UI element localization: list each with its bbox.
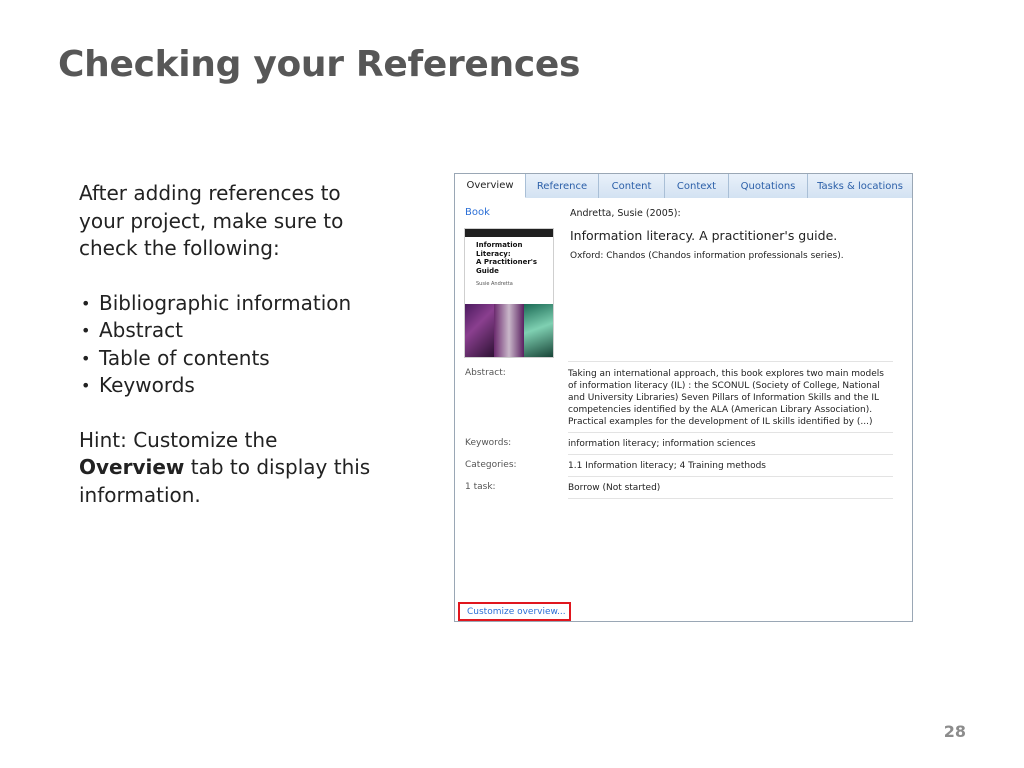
cover-header-bar (465, 229, 553, 237)
abstract-value: Taking an international approach, this b… (568, 369, 884, 427)
slide-title: Checking your References (58, 44, 581, 85)
divider (568, 498, 893, 499)
cover-title: Information Literacy: A Practitioner's G… (476, 241, 537, 275)
tab-context[interactable]: Context (665, 174, 729, 198)
tab-content[interactable]: Content (599, 174, 665, 198)
divider (568, 476, 893, 477)
page-number: 28 (943, 722, 966, 741)
intro-text: After adding references to your project,… (79, 181, 344, 260)
divider (568, 432, 893, 433)
hint-prefix: Hint: Customize the (79, 427, 278, 452)
bullet-item: Table of contents (79, 345, 379, 373)
bullet-item: Abstract (79, 317, 379, 345)
cover-title-line: Literacy: (476, 249, 511, 258)
categories-label: Categories: (465, 460, 517, 470)
categories-value: 1.1 Information literacy; 4 Training met… (568, 461, 766, 471)
hint-bold: Overview (79, 455, 185, 479)
customize-overview-link[interactable]: Customize overview... (458, 602, 571, 621)
tab-quotations[interactable]: Quotations (729, 174, 808, 198)
tab-tasks-locations[interactable]: Tasks & locations (808, 174, 912, 198)
cover-title-line: Guide (476, 266, 499, 275)
tab-overview[interactable]: Overview (455, 174, 526, 198)
cover-title-line: Information (476, 241, 523, 249)
keywords-label: Keywords: (465, 438, 512, 448)
slide-body: After adding references to your project,… (79, 180, 379, 509)
reference-publisher: Oxford: Chandos (Chandos information pro… (570, 251, 844, 261)
cover-art (465, 304, 553, 357)
hint-text: Hint: Customize the Overview tab to disp… (79, 427, 379, 510)
overview-panel-screenshot: Overview Reference Content Context Quota… (454, 173, 913, 622)
abstract-label: Abstract: (465, 368, 506, 378)
book-cover-image: Information Literacy: A Practitioner's G… (464, 228, 554, 358)
reference-author-year: Andretta, Susie (2005): (570, 208, 681, 219)
cover-author: Susie Andretta (476, 281, 513, 287)
bullet-item: Bibliographic information (79, 290, 379, 318)
tasks-label: 1 task: (465, 482, 496, 492)
divider (568, 454, 893, 455)
bullet-item: Keywords (79, 372, 379, 400)
reference-type-link[interactable]: Book (465, 207, 490, 218)
tab-bar: Overview Reference Content Context Quota… (455, 174, 912, 198)
tab-reference[interactable]: Reference (526, 174, 599, 198)
reference-title: Information literacy. A practitioner's g… (570, 228, 838, 243)
bullet-list: Bibliographic information Abstract Table… (79, 290, 379, 400)
tasks-value: Borrow (Not started) (568, 483, 661, 493)
keywords-value: information literacy; information scienc… (568, 439, 756, 449)
divider (568, 361, 893, 362)
cover-title-line: A Practitioner's (476, 258, 538, 266)
